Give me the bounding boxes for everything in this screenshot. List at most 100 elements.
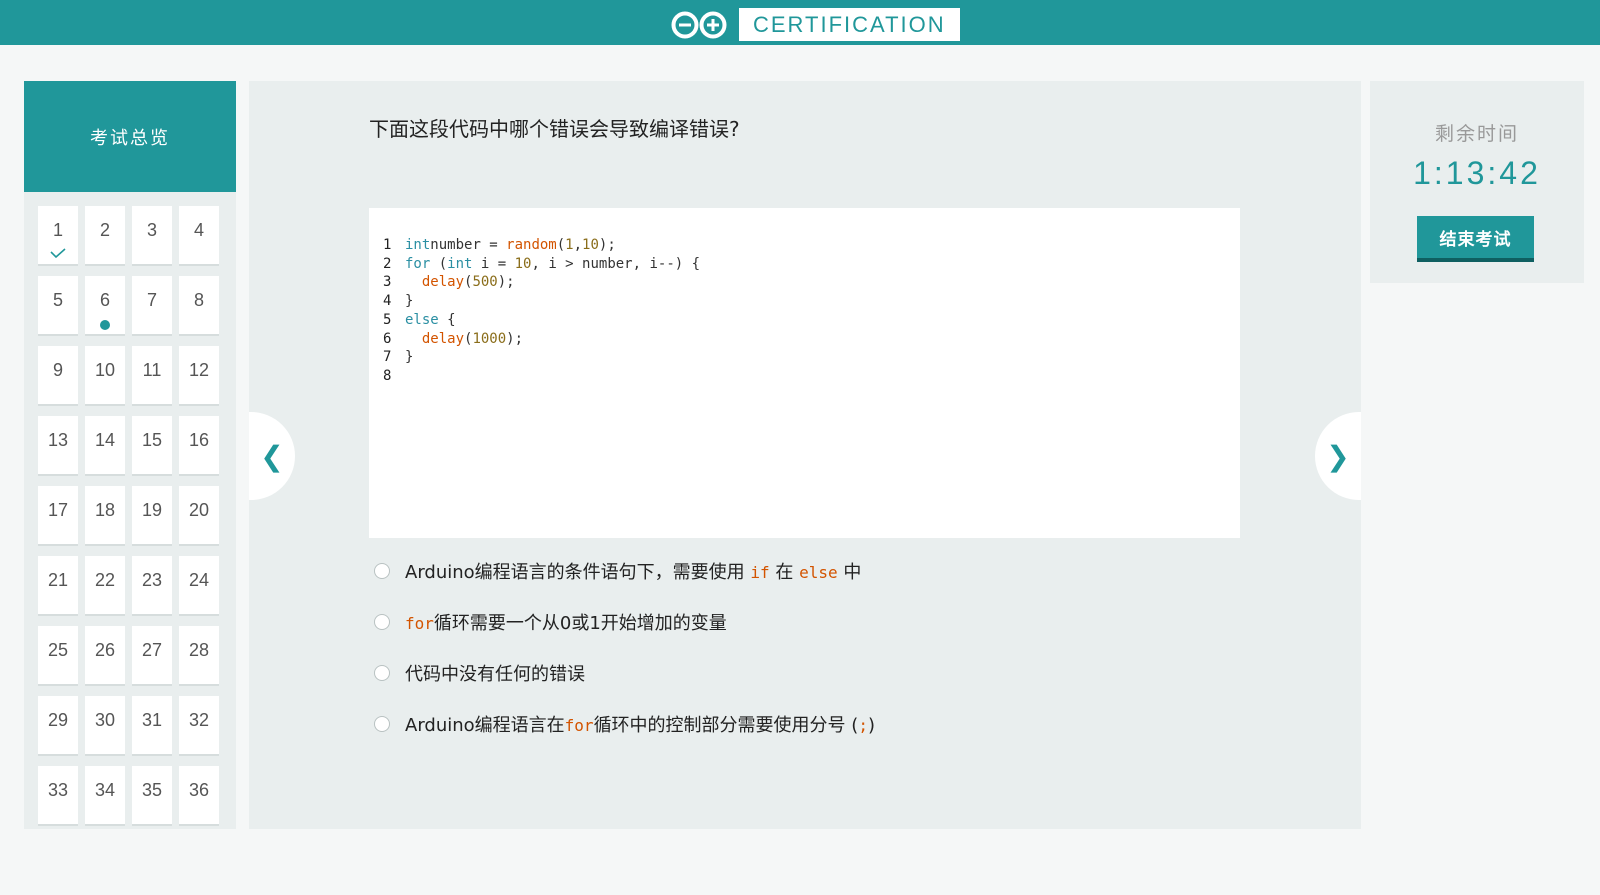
question-cell[interactable]: 33: [38, 766, 78, 826]
question-cell[interactable]: 23: [132, 556, 172, 616]
question-cell[interactable]: 36: [179, 766, 219, 826]
question-number: 28: [188, 640, 210, 660]
code-token: );: [506, 330, 524, 347]
code-line: 4}: [383, 292, 700, 311]
radio-button[interactable]: [374, 665, 390, 681]
question-cell[interactable]: 25: [38, 626, 78, 686]
question-number: 16: [188, 430, 210, 450]
question-cell[interactable]: 31: [132, 696, 172, 756]
question-number: 20: [188, 500, 210, 520]
question-cell[interactable]: 3: [132, 206, 172, 266]
option-label: Arduino编程语言的条件语句下，需要使用 if 在 else 中: [405, 558, 861, 584]
question-number: 2: [99, 220, 110, 240]
answer-option[interactable]: 代码中没有任何的错误: [374, 658, 1074, 688]
inline-code: else: [799, 563, 838, 582]
question-number: 26: [94, 640, 116, 660]
radio-button[interactable]: [374, 614, 390, 630]
question-number: 24: [188, 570, 210, 590]
question-cell[interactable]: 24: [179, 556, 219, 616]
code-token: delay: [421, 330, 465, 347]
code-listing: 1 intnumber = random(1,10); 2 for (int i = …: [383, 236, 700, 386]
code-token: {: [438, 311, 456, 328]
question-cell[interactable]: 18: [85, 486, 125, 546]
question-cell[interactable]: 1: [38, 206, 78, 266]
question-cell[interactable]: 15: [132, 416, 172, 476]
question-cell[interactable]: 20: [179, 486, 219, 546]
inline-code: ;: [858, 716, 868, 735]
line-number: 3: [383, 274, 392, 291]
question-number: 29: [47, 710, 69, 730]
question-cell[interactable]: 8: [179, 276, 219, 336]
answer-option[interactable]: Arduino编程语言的条件语句下，需要使用 if 在 else 中: [374, 556, 1074, 586]
question-cell[interactable]: 27: [132, 626, 172, 686]
question-cell[interactable]: 34: [85, 766, 125, 826]
line-number: 8: [383, 367, 392, 384]
radio-button[interactable]: [374, 716, 390, 732]
question-cell[interactable]: 30: [85, 696, 125, 756]
question-number: 9: [52, 360, 63, 380]
question-cell[interactable]: 9: [38, 346, 78, 406]
end-exam-button[interactable]: 结束考试: [1417, 216, 1534, 262]
code-token: 10: [514, 255, 532, 272]
question-number: 31: [141, 710, 163, 730]
question-cell[interactable]: 6: [85, 276, 125, 336]
code-token: );: [598, 237, 616, 253]
option-text: 循环中的控制部分需要使用分号 (: [593, 715, 859, 736]
question-cell[interactable]: 2: [85, 206, 125, 266]
brand[interactable]: CERTIFICATION: [669, 8, 960, 41]
code-token: 1000: [472, 330, 507, 347]
question-cell[interactable]: 22: [85, 556, 125, 616]
question-number: 35: [141, 780, 163, 800]
option-text: Arduino编程语言在: [405, 715, 565, 736]
question-cell[interactable]: 7: [132, 276, 172, 336]
question-number: 13: [47, 430, 69, 450]
question-cell[interactable]: 10: [85, 346, 125, 406]
code-token: 500: [472, 274, 498, 291]
answer-option[interactable]: for循环需要一个从0或1开始增加的变量: [374, 607, 1074, 637]
next-question-button[interactable]: ❯: [1315, 412, 1361, 500]
question-number: 17: [47, 500, 69, 520]
question-cell[interactable]: 17: [38, 486, 78, 546]
code-token: random: [506, 237, 557, 253]
radio-button[interactable]: [374, 563, 390, 579]
code-line: 8: [383, 367, 700, 386]
question-cell[interactable]: 32: [179, 696, 219, 756]
question-number: 21: [47, 570, 69, 590]
question-number: 27: [141, 640, 163, 660]
question-cell[interactable]: 14: [85, 416, 125, 476]
question-number: 3: [146, 220, 157, 240]
chevron-right-icon: ❯: [1326, 439, 1350, 473]
code-line: 6 delay(1000);: [383, 330, 700, 349]
question-number: 7: [146, 290, 157, 310]
code-token: }: [405, 349, 414, 366]
certification-title: CERTIFICATION: [739, 8, 960, 41]
question-cell[interactable]: 26: [85, 626, 125, 686]
question-cell[interactable]: 11: [132, 346, 172, 406]
inline-code: for: [405, 614, 434, 633]
inline-code: if: [750, 563, 770, 582]
prev-question-button[interactable]: ❮: [249, 412, 295, 500]
code-line: 7}: [383, 348, 700, 367]
question-cell[interactable]: 13: [38, 416, 78, 476]
code-token: (: [430, 255, 448, 272]
answer-option[interactable]: Arduino编程语言在for循环中的控制部分需要使用分号 (;): [374, 709, 1074, 739]
check-icon: [50, 248, 66, 258]
option-label: for循环需要一个从0或1开始增加的变量: [405, 609, 727, 635]
question-cell[interactable]: 19: [132, 486, 172, 546]
question-number: 23: [141, 570, 163, 590]
code-token: i =: [472, 255, 515, 272]
code-token: );: [497, 274, 515, 291]
code-token: (: [556, 237, 566, 253]
question-cell[interactable]: 4: [179, 206, 219, 266]
question-number: 1: [52, 220, 63, 240]
question-number: 11: [142, 360, 162, 380]
question-number: 34: [94, 780, 116, 800]
question-cell[interactable]: 28: [179, 626, 219, 686]
question-cell[interactable]: 21: [38, 556, 78, 616]
question-cell[interactable]: 12: [179, 346, 219, 406]
question-cell[interactable]: 16: [179, 416, 219, 476]
question-cell[interactable]: 5: [38, 276, 78, 336]
question-cell[interactable]: 35: [132, 766, 172, 826]
question-cell[interactable]: 29: [38, 696, 78, 756]
